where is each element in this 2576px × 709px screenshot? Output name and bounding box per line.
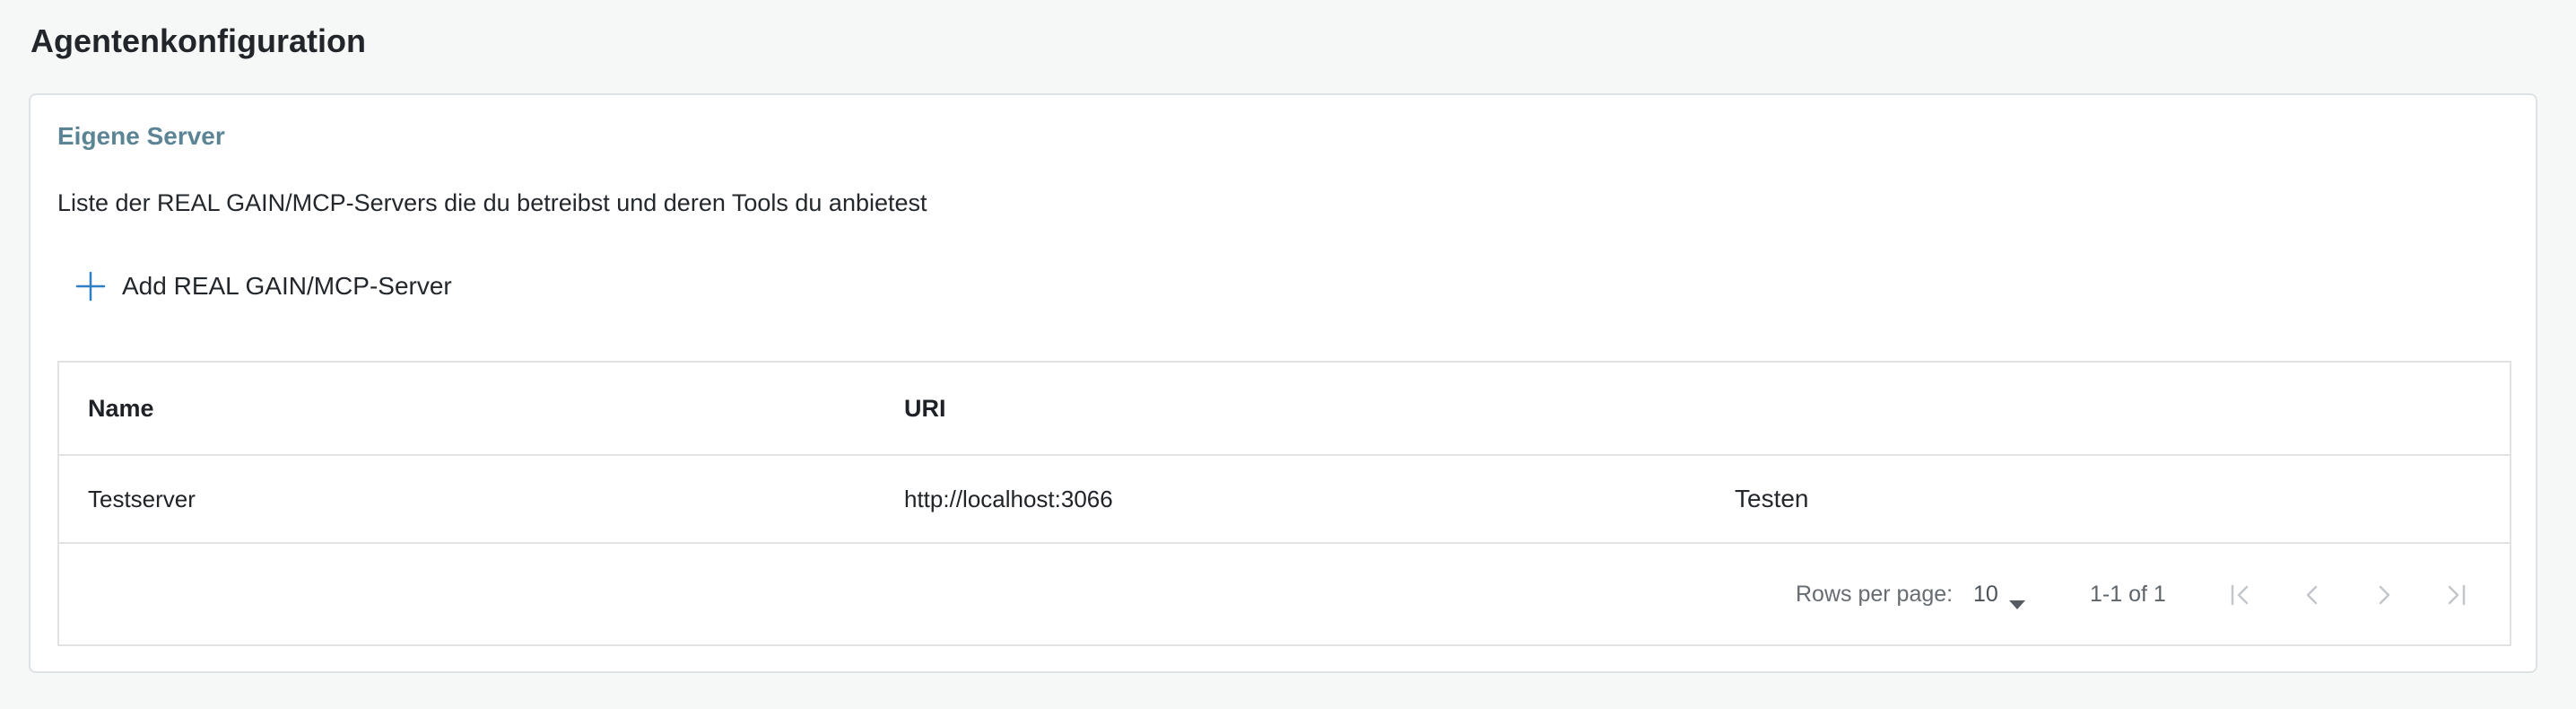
last-page-button[interactable]: [2432, 572, 2479, 618]
column-header-name: Name: [88, 394, 154, 422]
first-page-icon: [2231, 584, 2249, 606]
last-page-icon: [2448, 584, 2466, 606]
add-server-button[interactable]: Add REAL GAIN/MCP-Server: [68, 264, 459, 309]
server-action-cell: Testen: [1735, 456, 1809, 542]
page-title: Agentenkonfiguration: [30, 22, 366, 59]
add-server-label: Add REAL GAIN/MCP-Server: [122, 272, 452, 300]
test-server-button[interactable]: Testen: [1735, 485, 1809, 513]
table-header: Name URI: [59, 363, 2510, 456]
next-page-button[interactable]: [2361, 572, 2407, 618]
table-row: Testserver http://localhost:3066 Testen: [59, 456, 2510, 544]
server-uri-cell: http://localhost:3066: [904, 485, 1113, 512]
rows-per-page-value: 10: [1973, 581, 1998, 607]
table-pagination: Rows per page: 10 1-1 of 1: [59, 544, 2510, 644]
next-page-icon: [2379, 585, 2390, 605]
previous-page-button[interactable]: [2289, 572, 2336, 618]
plus-icon: [75, 271, 106, 302]
server-table: Name URI Testserver http://localhost:306…: [57, 361, 2511, 646]
rows-per-page-label: Rows per page:: [1796, 582, 1954, 607]
first-page-button[interactable]: [2217, 572, 2264, 618]
pagination-range: 1-1 of 1: [2090, 582, 2166, 607]
server-name-cell: Testserver: [88, 485, 196, 512]
chevron-down-icon: [2008, 590, 2025, 609]
section-description: Liste der REAL GAIN/MCP-Servers die du b…: [57, 189, 927, 216]
rows-per-page-select[interactable]: 10: [1973, 575, 2047, 613]
own-servers-card: Eigene Server Liste der REAL GAIN/MCP-Se…: [29, 93, 2537, 673]
column-header-uri: URI: [904, 394, 946, 422]
section-title: Eigene Server: [57, 122, 225, 150]
previous-page-icon: [2306, 585, 2318, 605]
